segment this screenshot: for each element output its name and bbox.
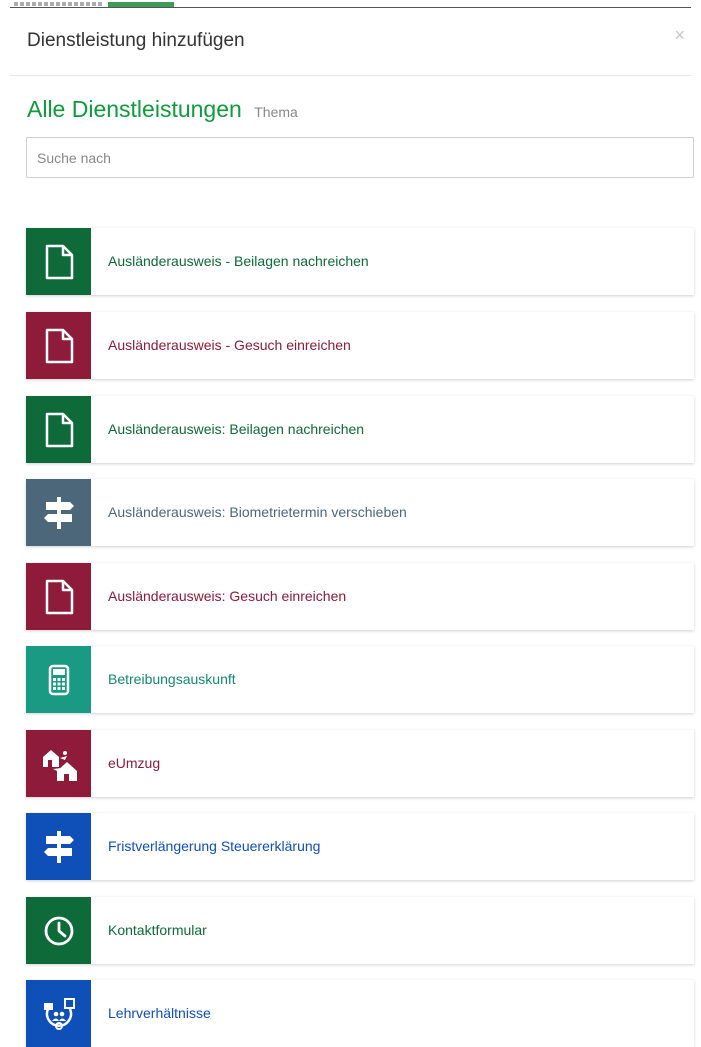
service-label: Ausländerausweis - Gesuch einreichen [108, 337, 351, 353]
service-icon-tile [26, 646, 91, 713]
document-icon [45, 328, 73, 363]
all-services-title: Alle Dienstleistungen [27, 96, 242, 122]
background-text-fragment [14, 2, 104, 6]
service-label: Betreibungsauskunft [108, 671, 236, 687]
document-icon [45, 412, 73, 447]
modal-header: Dienstleistung hinzufügen × [10, 9, 691, 76]
calculator-icon [48, 664, 69, 695]
service-item[interactable]: Ausländerausweis - Gesuch einreichen [26, 312, 694, 379]
service-icon-tile [26, 813, 91, 880]
service-icon-tile [26, 730, 91, 797]
service-icon-tile [26, 312, 91, 379]
service-label: Kontaktformular [108, 922, 207, 938]
search-input[interactable] [26, 137, 694, 178]
service-icon-tile [26, 228, 91, 295]
service-icon-tile [26, 479, 91, 546]
service-icon-tile [26, 396, 91, 463]
document-icon [45, 579, 73, 614]
service-item[interactable]: Kontaktformular [26, 897, 694, 964]
service-label: Fristverlängerung Steuererklärung [108, 838, 321, 854]
moving-houses-icon [42, 749, 77, 781]
service-item[interactable]: Lehrverhältnisse [26, 980, 694, 1047]
modal-title: Dienstleistung hinzufügen [27, 30, 245, 51]
topic-link[interactable]: Thema [254, 104, 298, 120]
service-item[interactable]: Ausländerausweis - Beilagen nachreichen [26, 228, 694, 295]
section-heading: Alle Dienstleistungen Thema [27, 96, 298, 123]
background-page-strip [0, 0, 701, 9]
close-button[interactable]: × [674, 25, 685, 45]
clock-icon [44, 916, 73, 945]
service-label: Ausländerausweis - Beilagen nachreichen [108, 253, 369, 269]
signpost-icon [43, 496, 74, 529]
apprenticeship-icon [43, 997, 75, 1030]
service-label: Ausländerausweis: Beilagen nachreichen [108, 421, 365, 437]
service-icon-tile [26, 897, 91, 964]
service-item[interactable]: Ausländerausweis: Beilagen nachreichen [26, 396, 694, 463]
service-label: eUmzug [108, 755, 161, 771]
service-item[interactable]: Ausländerausweis: Biometrietermin versch… [26, 479, 694, 546]
service-label: Ausländerausweis: Biometrietermin versch… [108, 504, 407, 520]
service-item[interactable]: Betreibungsauskunft [26, 646, 694, 713]
service-icon-tile [26, 980, 91, 1047]
signpost-icon [43, 830, 74, 863]
document-icon [45, 244, 73, 279]
service-label: Lehrverhältnisse [108, 1005, 211, 1021]
service-item[interactable]: Fristverlängerung Steuererklärung [26, 813, 694, 880]
service-item[interactable]: eUmzug [26, 730, 694, 797]
service-icon-tile [26, 563, 91, 630]
service-label: Ausländerausweis: Gesuch einreichen [108, 588, 347, 604]
modal-top-border [10, 7, 691, 8]
service-item[interactable]: Ausländerausweis: Gesuch einreichen [26, 563, 694, 630]
